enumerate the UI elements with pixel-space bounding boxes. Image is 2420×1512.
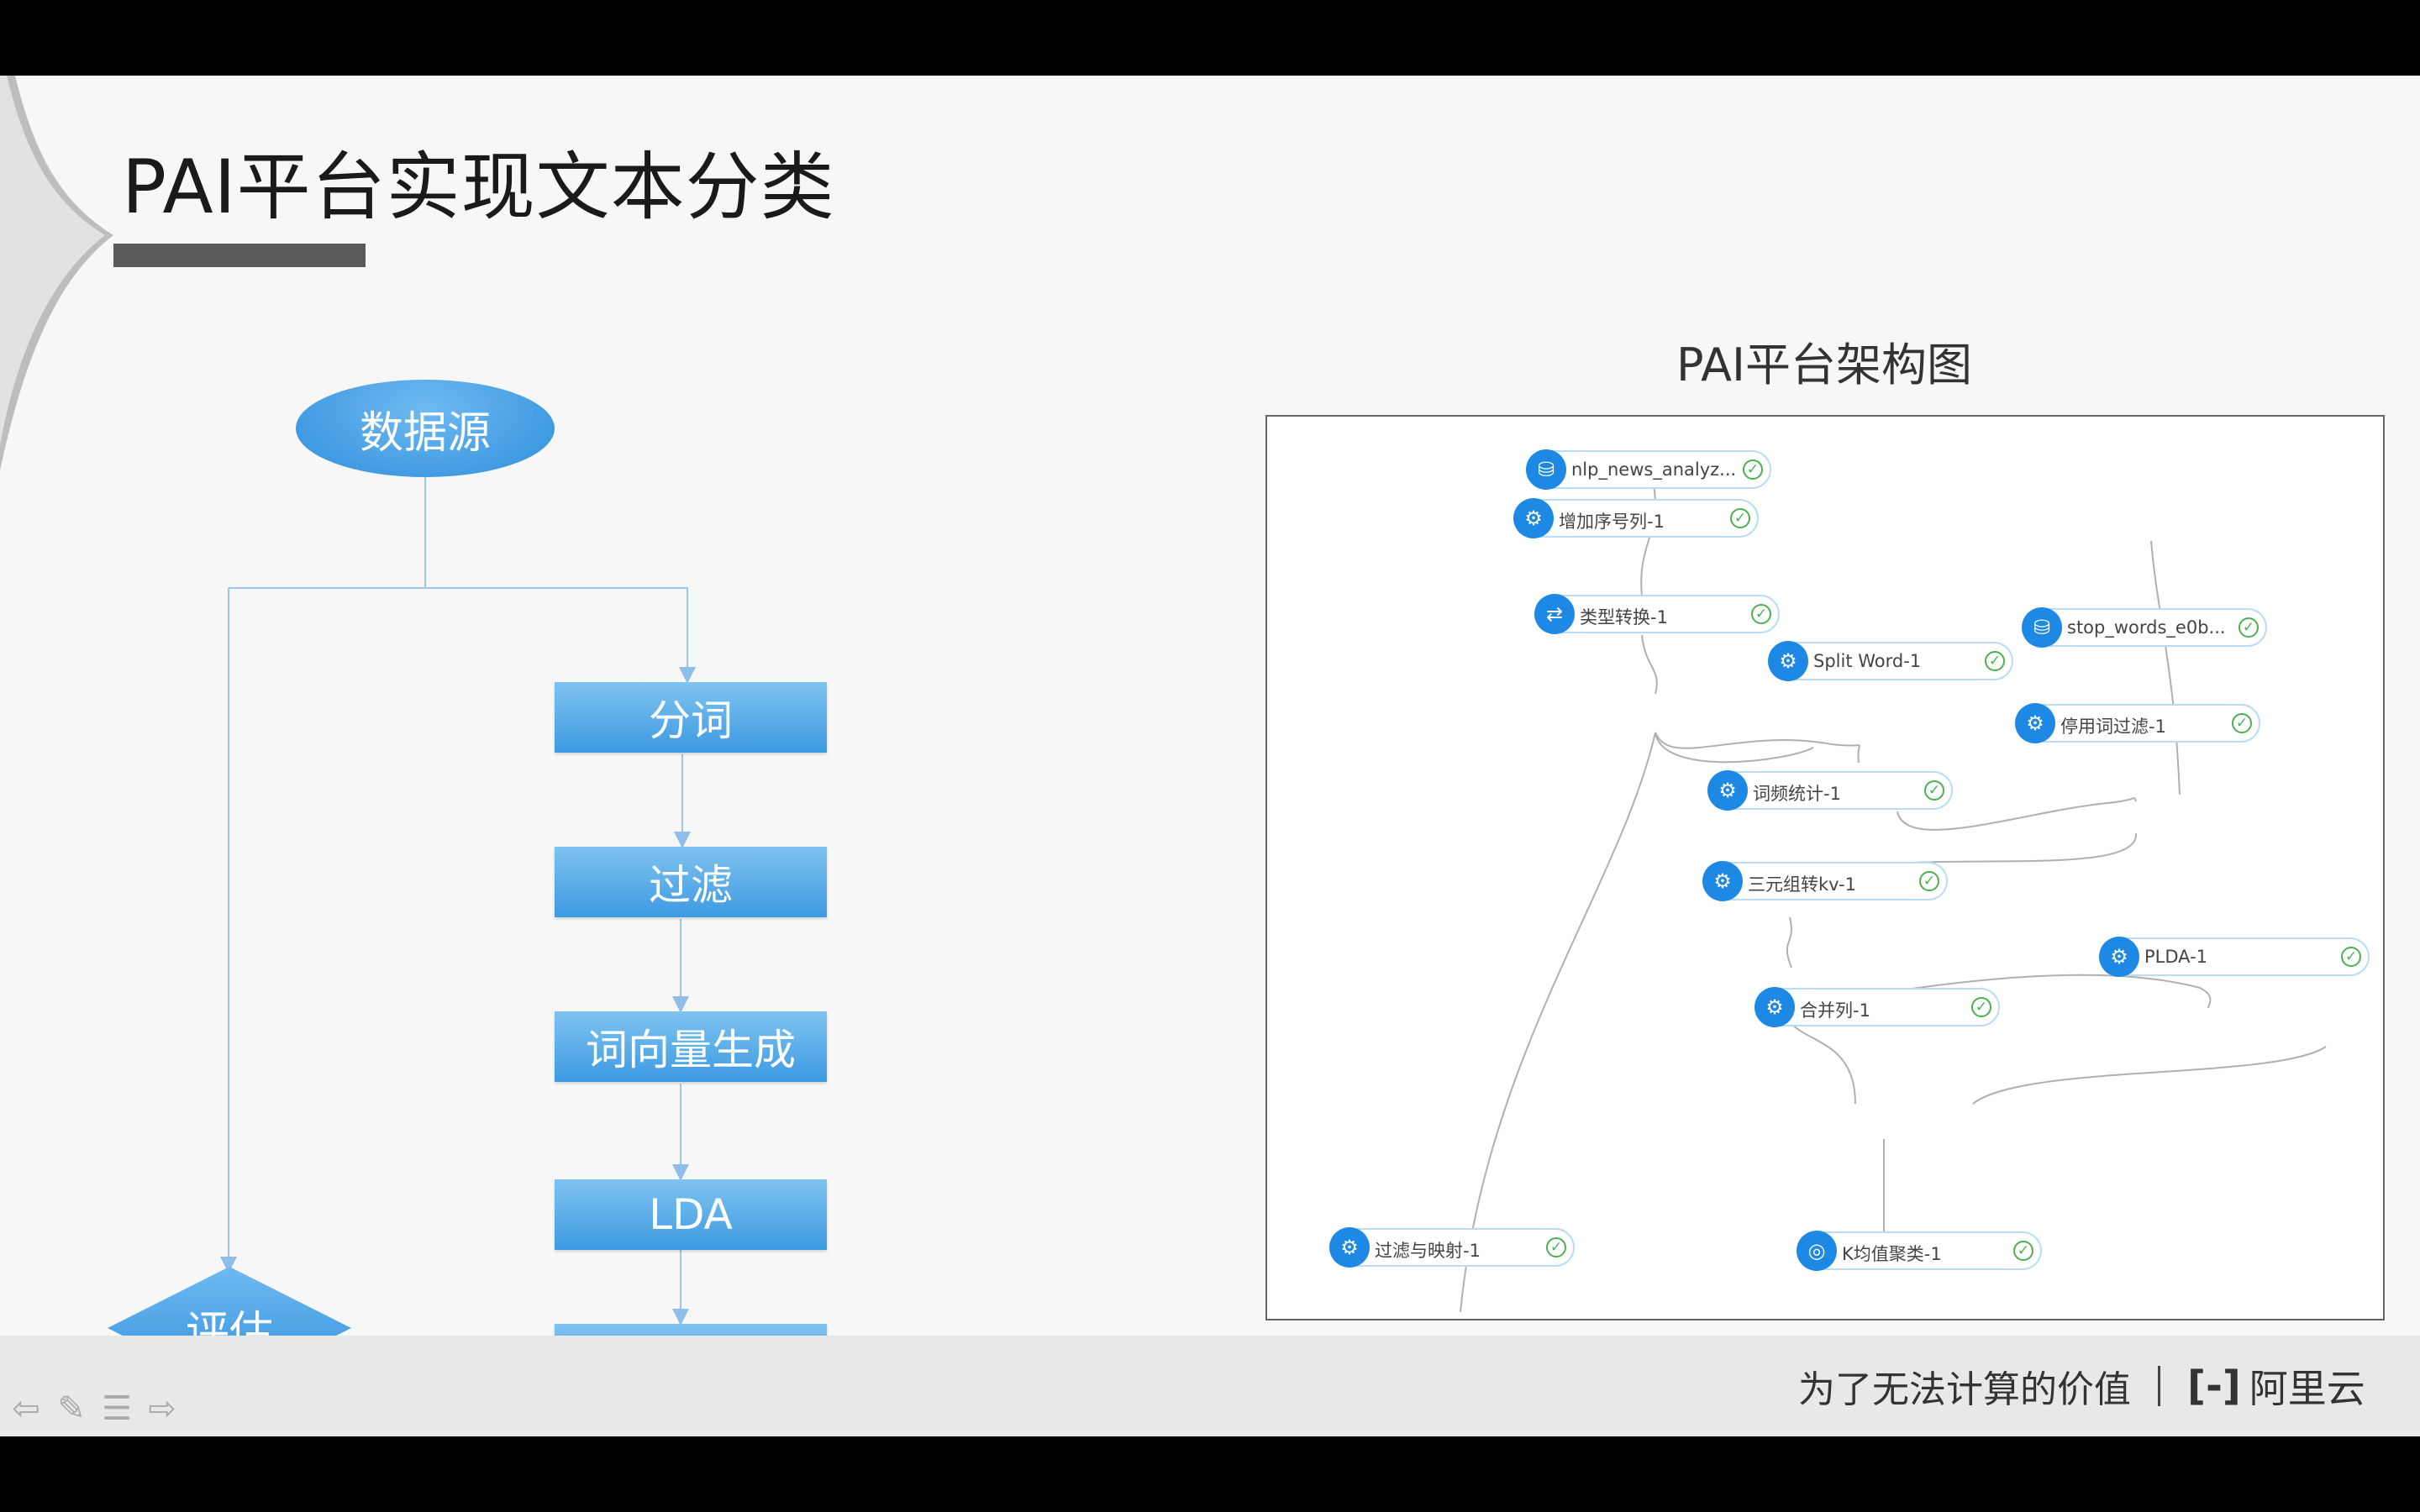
check-icon: ✓ [1730,508,1750,528]
pipeline-canvas[interactable]: ⛁ nlp_news_analyz... ✓ ⚙ 增加序号列-1 ✓ ⛁ stop_words… [1265,415,2385,1320]
slideshow-nav: ⇦ ✎ ☰ ⇨ [7,1389,182,1428]
check-icon: ✓ [1743,459,1763,480]
pipeline-node[interactable]: ⚙ 词频统计-1 ✓ [1707,770,1953,811]
module-icon: ⚙ [2015,703,2055,743]
module-icon: ⚙ [1768,641,1808,681]
pipeline-node-label: 增加序号列-1 [1559,512,1665,532]
module-icon: ⚙ [1329,1227,1370,1268]
pipeline-node[interactable]: ⚙ PLDA-1 ✓ [2099,937,2370,977]
pipeline-node[interactable]: ⚙ Split Word-1 ✓ [1768,641,2013,681]
step-lda: LDA [555,1179,827,1250]
pipeline-node[interactable]: ⚙ 增加序号列-1 ✓ [1513,498,1759,538]
pipeline-node[interactable]: ⚙ 三元组转kv-1 ✓ [1702,861,1948,901]
footer-separator [2158,1366,2160,1406]
pipeline-node[interactable]: ⛁ nlp_news_analyz... ✓ [1526,449,1771,490]
pipeline-node[interactable]: ⇄ 类型转换-1 ✓ [1534,594,1780,634]
check-icon: ✓ [2238,617,2259,638]
module-icon: ⚙ [1754,987,1795,1027]
module-icon: ⚙ [1702,861,1743,901]
pipeline-node[interactable]: ⚙ 过滤与映射-1 ✓ [1329,1227,1575,1268]
check-icon: ✓ [1971,997,1991,1017]
check-icon: ✓ [2232,713,2252,733]
pipeline-node[interactable]: ⛁ stop_words_e0b... ✓ [2022,607,2267,648]
check-icon: ✓ [1546,1237,1566,1257]
step-tokenize: 分词 [555,682,827,753]
module-icon: ⚙ [1513,498,1554,538]
step-word-vector: 词向量生成 [555,1011,827,1082]
menu-icon[interactable]: ☰ [97,1389,136,1428]
transform-icon: ⇄ [1534,594,1575,634]
check-icon: ✓ [2013,1241,2033,1261]
pipeline-node[interactable]: ⚙ 停用词过滤-1 ✓ [2015,703,2260,743]
cluster-icon: ◎ [1797,1231,1837,1271]
data-source-node: 数据源 [296,380,555,477]
arrow-left-icon[interactable]: ⇦ [7,1389,45,1428]
check-icon: ✓ [1751,604,1771,624]
pipeline-node-label: 三元组转kv-1 [1748,874,1856,895]
check-icon: ✓ [1985,651,2005,671]
module-icon: ⚙ [1707,770,1748,811]
pipeline-node-label: stop_words_e0b... [2067,617,2226,638]
slide: PAI平台实现文本分类 数据源 分词 过滤 词向量生成 LDA 评估 PAI平台… [0,76,2420,1436]
pipeline-node-label: 词频统计-1 [1753,784,1841,804]
pipeline-node-label: 停用词过滤-1 [2060,717,2166,737]
pen-icon[interactable]: ✎ [52,1389,91,1428]
pipeline-node[interactable]: ⚙ 合并列-1 ✓ [1754,987,2000,1027]
footer-slogan: 为了无法计算的价值 [1798,1368,2131,1411]
footer-brand-strip: 为了无法计算的价值 [-] 阿里云 [1798,1357,2365,1415]
pipeline-node-label: Split Word-1 [1813,651,1922,671]
db-icon: ⛁ [1526,449,1566,490]
pipeline-node-label: PLDA-1 [2144,947,2208,967]
aliyun-logo-icon: [-] [2187,1362,2241,1410]
step-filter: 过滤 [555,847,827,917]
pipeline-node[interactable]: ◎ K均值聚类-1 ✓ [1797,1231,2042,1271]
footer-brand: 阿里云 [2249,1366,2365,1411]
check-icon: ✓ [2341,947,2361,967]
screen: PAI平台实现文本分类 数据源 分词 过滤 词向量生成 LDA 评估 PAI平台… [0,0,2420,1512]
pipeline-node-label: 过滤与映射-1 [1375,1241,1481,1261]
check-icon: ✓ [1919,871,1939,891]
db-icon: ⛁ [2022,607,2062,648]
check-icon: ✓ [1924,780,1944,801]
arrow-right-icon[interactable]: ⇨ [143,1389,182,1428]
pipeline-node-label: K均值聚类-1 [1842,1244,1942,1264]
pipeline-node-label: 类型转换-1 [1580,607,1668,627]
pipeline-node-label: nlp_news_analyz... [1571,459,1737,480]
architecture-title: PAI平台架构图 [1676,339,1972,391]
pipeline-node-label: 合并列-1 [1800,1000,1870,1021]
module-icon: ⚙ [2099,937,2139,977]
